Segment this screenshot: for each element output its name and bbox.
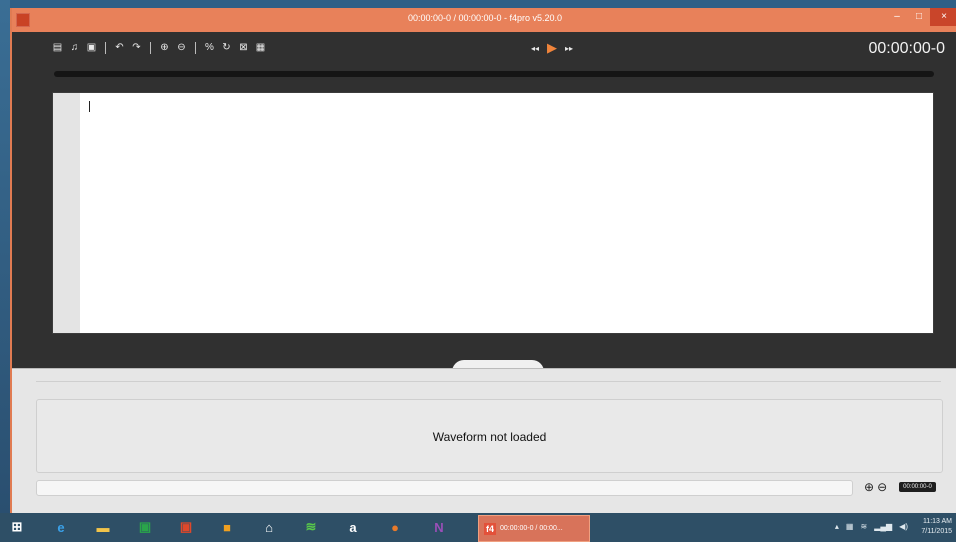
tray-signal-icon[interactable]: ▂▄▆ (874, 522, 892, 531)
transcript-editor[interactable] (52, 92, 934, 334)
onenote-icon[interactable]: N (428, 516, 450, 538)
editor-gutter (53, 93, 80, 333)
tray-arrow-icon[interactable]: ▴ (835, 522, 839, 531)
firefox-icon[interactable]: ● (384, 516, 406, 538)
timestamp-icon[interactable]: % (204, 41, 215, 55)
toolbar-divider (195, 42, 196, 54)
save-icon[interactable]: ▣ (86, 41, 97, 55)
video-icon[interactable]: ▦ (255, 41, 266, 55)
waveform-tools: ⊕ ⊖ 00:00:00-0 (864, 480, 936, 494)
photos-icon[interactable]: ▣ (175, 516, 197, 538)
spotify-icon[interactable]: ≋ (300, 516, 322, 538)
text-cursor (89, 101, 90, 112)
waveform-zoom-out-icon[interactable]: ⊖ (877, 480, 887, 494)
transport-controls: ◂◂ ▶ ▸▸ (531, 41, 573, 54)
taskbar-clock[interactable]: 11:13 AM 7/11/2015 (921, 517, 952, 537)
waveform-timecode: 00:00:00-0 (899, 482, 936, 492)
clock-date: 7/11/2015 (921, 528, 952, 535)
new-document-icon[interactable]: ▤ (52, 41, 63, 55)
timecode-display: 00:00:00-0 (868, 40, 945, 57)
minimize-button[interactable]: – (886, 8, 908, 26)
pane-divider (36, 381, 941, 382)
home-icon[interactable]: ⌂ (258, 516, 280, 538)
internet-explorer-icon[interactable]: e (50, 516, 72, 538)
tray-volume-icon[interactable]: ◀) (899, 522, 908, 531)
amazon-icon[interactable]: a (342, 516, 364, 538)
f4-taskbar-icon: f4 (484, 522, 497, 535)
fullscreen-icon[interactable]: ⊠ (238, 41, 249, 55)
toolbar-divider (150, 42, 151, 54)
window-title: 00:00:00-0 / 00:00:00-0 - f4pro v5.20.0 (407, 13, 563, 23)
f4pro-window: 00:00:00-0 / 00:00:00-0 - f4pro v5.20.0 … (10, 8, 956, 514)
toolbar-divider (105, 42, 106, 54)
waveform-zoom-in-icon[interactable]: ⊕ (864, 480, 874, 494)
waveform-scrollbar[interactable] (36, 480, 853, 496)
window-controls: – □ × (886, 8, 956, 28)
zoom-in-icon[interactable]: ⊕ (159, 41, 170, 55)
music-note-icon[interactable]: ♫ (69, 41, 80, 55)
app-orange-icon[interactable]: ■ (216, 516, 238, 538)
waveform-area[interactable]: Waveform not loaded (36, 399, 943, 473)
store-icon[interactable]: ▣ (134, 516, 156, 538)
system-tray: ▴ ▦ ≋ ▂▄▆ ◀) (835, 522, 908, 531)
taskbar-window-label: 00:00:00-0 / 00:00... (500, 525, 563, 532)
maximize-button[interactable]: □ (908, 8, 930, 26)
title-bar[interactable]: 00:00:00-0 / 00:00:00-0 - f4pro v5.20.0 … (12, 8, 956, 32)
zoom-out-icon[interactable]: ⊖ (176, 41, 187, 55)
play-icon[interactable]: ▶ (547, 41, 557, 54)
tray-wifi-icon[interactable]: ≋ (860, 522, 867, 531)
desktop-background (0, 0, 10, 513)
rewind-icon[interactable]: ◂◂ (531, 44, 539, 53)
clock-time: 11:13 AM (922, 518, 952, 525)
waveform-pane: Waveform not loaded ⊕ ⊖ 00:00:00-0 (12, 368, 956, 514)
main-toolbar: ▤ ♫ ▣ ↶ ↷ ⊕ ⊖ % ↻ ⊠ ▦ (52, 40, 266, 56)
waveform-status-text: Waveform not loaded (432, 430, 547, 444)
close-button[interactable]: × (930, 8, 956, 26)
redo-icon[interactable]: ↷ (131, 41, 142, 55)
start-icon[interactable]: ⊞ (6, 516, 28, 538)
refresh-icon[interactable]: ↻ (221, 41, 232, 55)
windows-taskbar: ⊞ e ▬ ▣ ▣ ■ ⌂ ≋ a ● N f4 00:00:00-0 / 00:00... ▴ ▦… (0, 513, 956, 542)
undo-icon[interactable]: ↶ (114, 41, 125, 55)
fast-forward-icon[interactable]: ▸▸ (565, 44, 573, 53)
taskbar-f4pro-window[interactable]: f4 00:00:00-0 / 00:00... (478, 515, 590, 542)
tray-network-icon[interactable]: ▦ (846, 522, 854, 531)
playback-progress-bar[interactable] (54, 71, 934, 77)
file-explorer-icon[interactable]: ▬ (92, 516, 114, 538)
